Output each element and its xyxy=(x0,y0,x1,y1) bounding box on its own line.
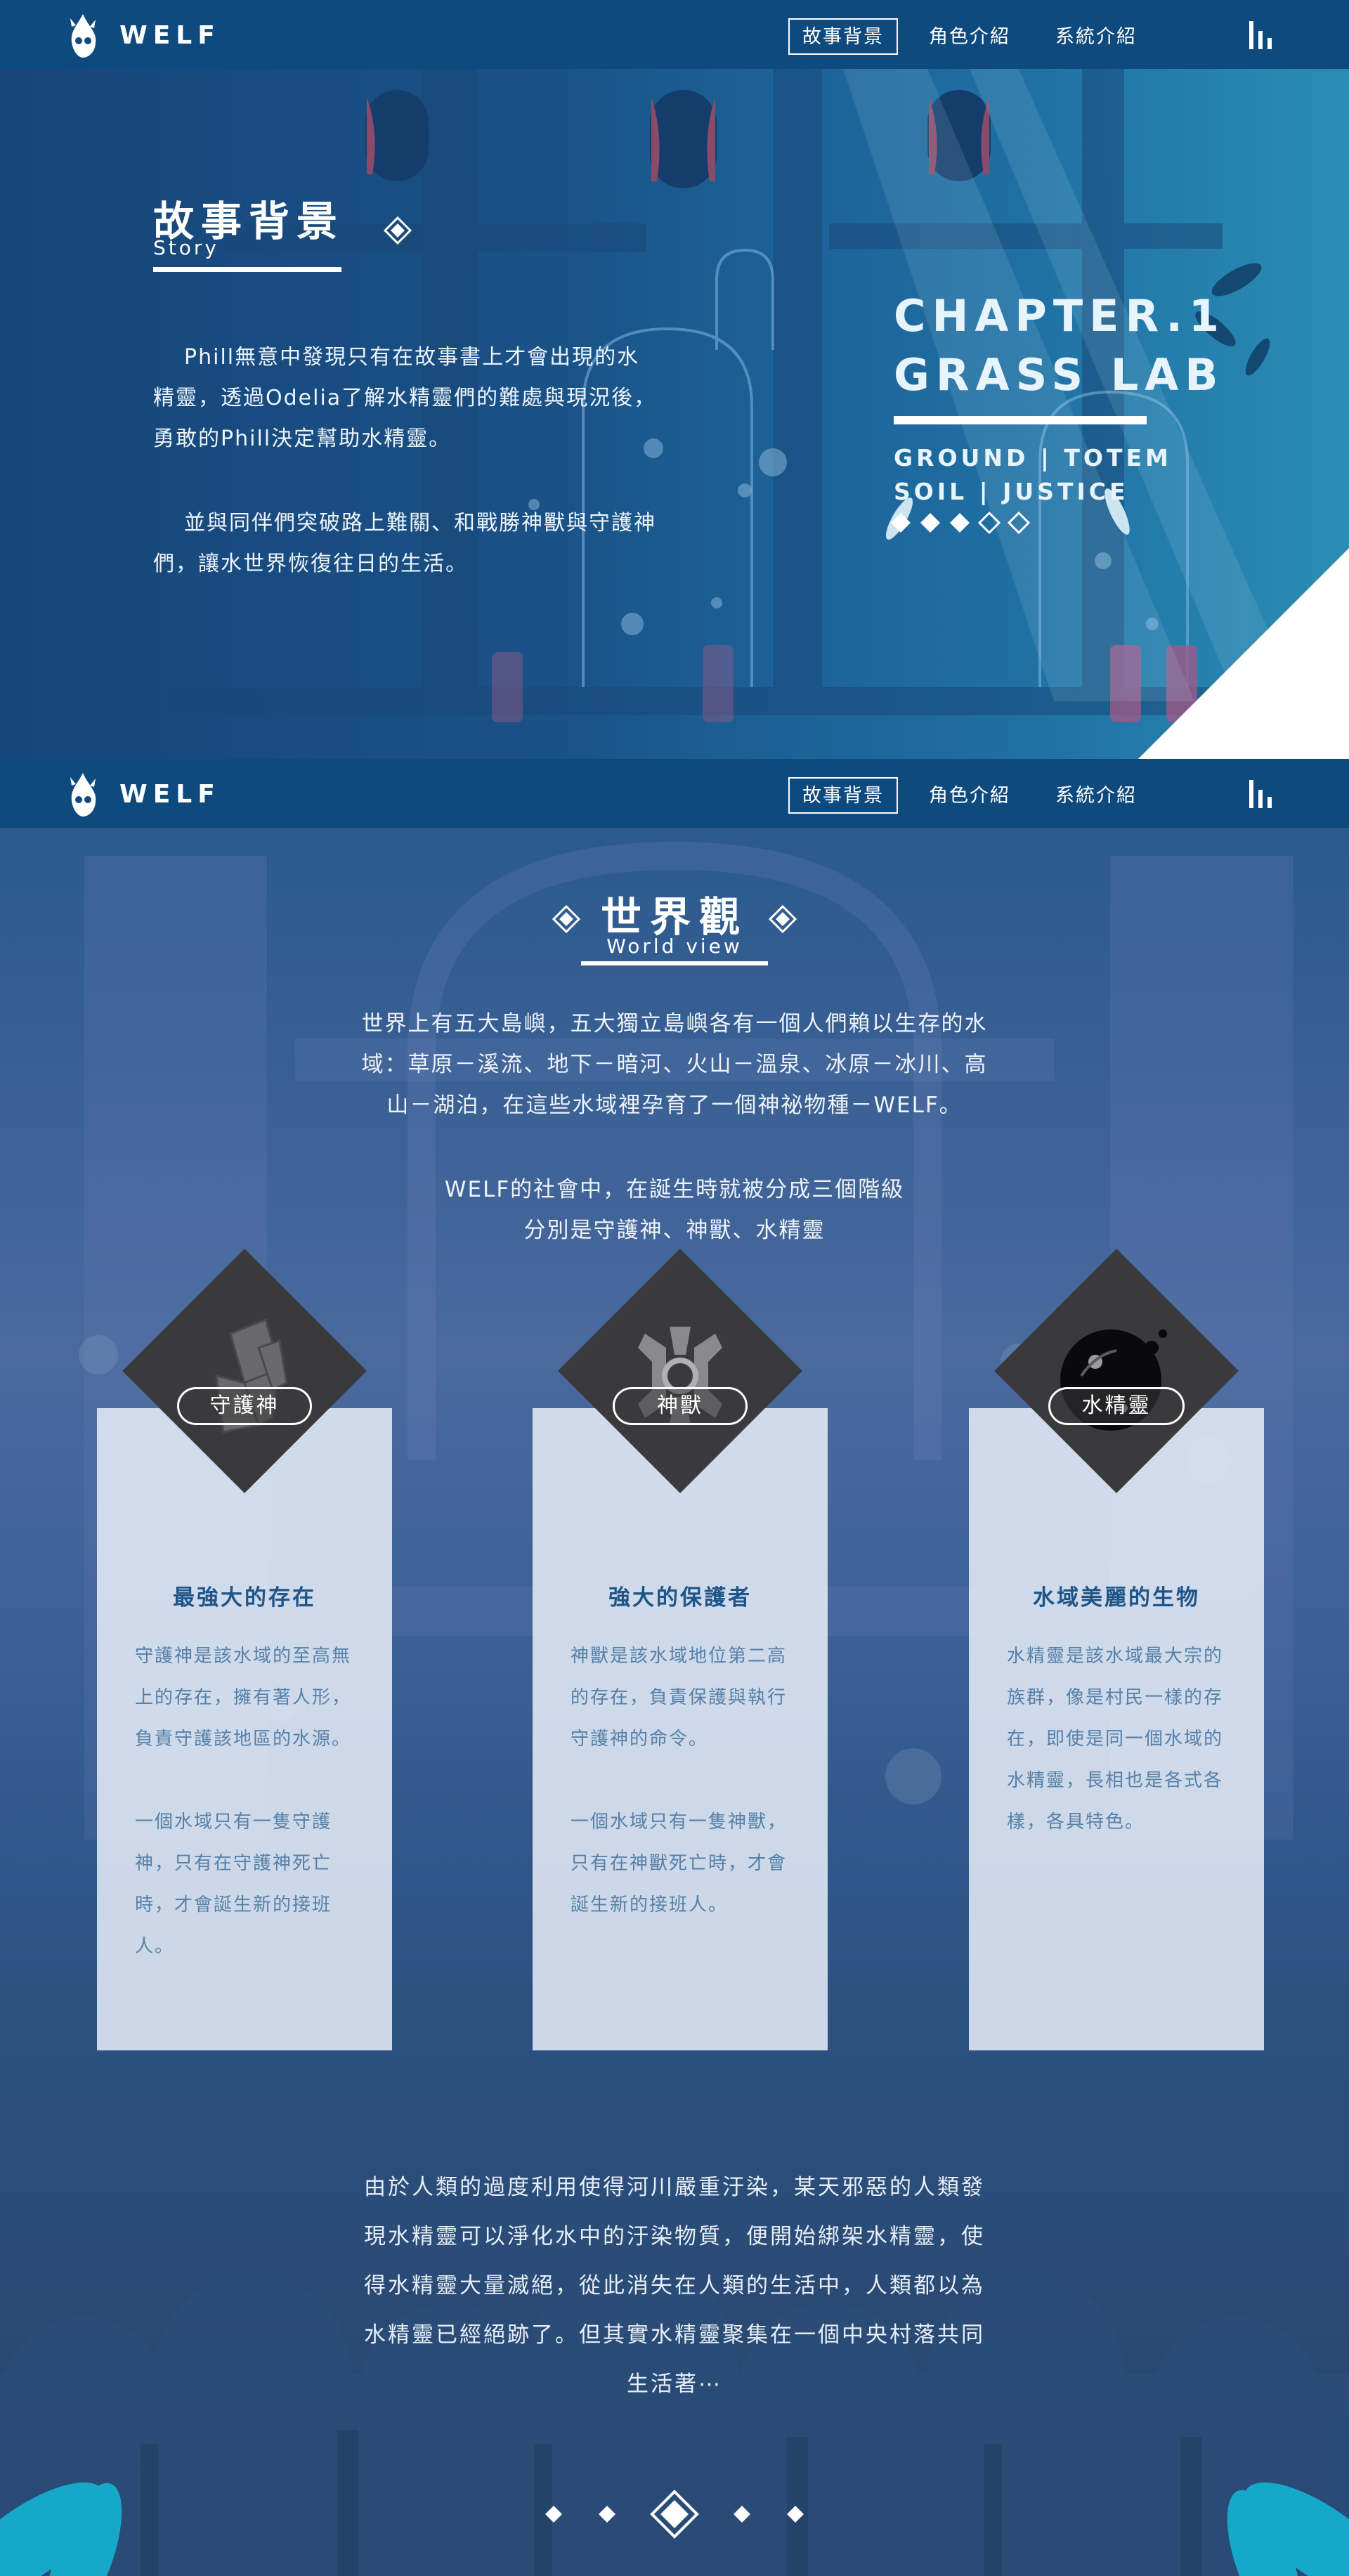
story-section: 故事背景 Story Phill無意中發現只有在故事書上才會出現的水精靈，透過O… xyxy=(0,69,1349,759)
guardian-badge: 守護神 xyxy=(177,1387,312,1425)
chapter-heading: CHAPTER.1 GRASS LAB xyxy=(894,287,1225,405)
bar-menu-icon[interactable] xyxy=(1246,20,1275,49)
beast-badge: 神獸 xyxy=(613,1387,748,1425)
card-text-line: 一個水域只有一隻守護 xyxy=(135,1811,332,1833)
world-classes-line: WELF的社會中，在誕生時就被分成三個階級 xyxy=(444,1177,905,1202)
card-text-line: 一個水域只有一隻神獸， xyxy=(571,1811,788,1833)
beast-description: 神獸是該水域地位第二高 的存在，負責保護與執行 守護神的命令。 一個水域只有一隻… xyxy=(571,1636,793,1926)
sticky-navbar: WELF 故事背景 角色介紹 系統介紹 xyxy=(0,759,1349,828)
water-spirit-logo-icon xyxy=(70,14,96,58)
card-text-line: 神獸是該水域地位第二高 xyxy=(571,1646,788,1667)
story-title-underline xyxy=(153,267,341,272)
water-spirit-heading: 水域美麗的生物 xyxy=(1033,1585,1200,1611)
card-text-line: 守護神是該水域的至高無 xyxy=(135,1646,352,1667)
brand-logo[interactable]: WELF xyxy=(65,11,221,59)
closing-line: 現水精靈可以淨化水中的汙染物質，便開始綁架水精靈，使 xyxy=(364,2224,985,2249)
main-menu: 故事背景 角色介紹 系統介紹 xyxy=(788,18,1168,55)
story-subtitle: Story xyxy=(153,236,219,259)
closing-line: 由於人類的過度利用使得河川嚴重汙染，某天邪惡的人類發 xyxy=(364,2175,985,2200)
nav-item-characters[interactable]: 角色介紹 xyxy=(915,18,1024,55)
card-text-line: 誕生新的接班人。 xyxy=(571,1894,729,1915)
nav-item-system[interactable]: 系統介紹 xyxy=(1041,777,1151,814)
main-menu: 故事背景 角色介紹 系統介紹 xyxy=(788,777,1168,814)
nav-item-story[interactable]: 故事背景 xyxy=(788,18,898,55)
chapter-name: GRASS LAB xyxy=(894,349,1225,401)
world-title-underline xyxy=(581,961,768,965)
card-text-line: 族群，像是村民一樣的存 xyxy=(1007,1687,1224,1708)
card-text-line: 人。 xyxy=(135,1936,175,1957)
top-navbar: WELF 故事背景 角色介紹 系統介紹 xyxy=(0,0,1349,69)
water-spirit-orb-icon xyxy=(1060,1329,1167,1431)
pager-dot[interactable] xyxy=(787,2506,804,2523)
brand-name: WELF xyxy=(119,779,221,809)
card-text-line xyxy=(571,1760,793,1802)
chapter-underline xyxy=(894,416,1147,424)
pager-dot[interactable] xyxy=(599,2506,615,2523)
bar-menu-icon[interactable] xyxy=(1246,779,1275,808)
nav-item-characters[interactable]: 角色介紹 xyxy=(915,777,1024,814)
nav-item-system[interactable]: 系統介紹 xyxy=(1041,18,1151,55)
closing-line: 水精靈已經絕跡了。但其實水精靈聚集在一個中央村落共同 xyxy=(364,2322,985,2348)
guardian-description: 守護神是該水域的至高無 上的存在，擁有著人形， 負責守護該地區的水源。 一個水域… xyxy=(135,1636,357,1967)
chapter-tags: GROUND | TOTEM SOIL | JUSTICE xyxy=(894,441,1172,509)
chapter-diamond-row-icon xyxy=(891,511,1031,535)
card-text-line: 水精靈，長相也是各式各 xyxy=(1007,1770,1224,1791)
guardian-crystal-icon xyxy=(215,1318,288,1433)
closing-line: 得水精靈大量滅絕，從此消失在人類的生活中，人類都以為 xyxy=(364,2273,985,2298)
world-intro-line: 世界上有五大島嶼，五大獨立島嶼各有一個人們賴以生存的水 xyxy=(361,1011,988,1036)
beast-heading: 強大的保護者 xyxy=(608,1585,752,1611)
world-intro-line: 域：草原－溪流、地下－暗河、火山－溫泉、冰原－冰川、高 xyxy=(361,1052,988,1077)
chapter-number: CHAPTER.1 xyxy=(894,290,1226,341)
card-text-line: 負責守護該地區的水源。 xyxy=(135,1729,352,1750)
diamond-ornament-icon xyxy=(384,216,412,245)
world-classes-line: 分別是守護神、神獸、水精靈 xyxy=(523,1218,826,1243)
card-text-line: 只有在神獸死亡時，才會 xyxy=(571,1853,788,1874)
story-paragraph-2: 並與同伴們突破路上難關、和戰勝神獸與守護神們，讓水世界恢復往日的生活。 xyxy=(153,511,656,576)
chapter-tag-1: GROUND | TOTEM xyxy=(894,444,1172,471)
beast-emblem-icon xyxy=(638,1327,722,1425)
water-spirit-logo-icon xyxy=(70,773,96,817)
world-subtitle: World view xyxy=(606,935,743,958)
world-intro-line: 山－湖泊，在這些水域裡孕育了一個神祕物種－WELF。 xyxy=(386,1093,963,1118)
card-text-line: 時，才會誕生新的接班 xyxy=(135,1894,332,1915)
closing-paragraph: 由於人類的過度利用使得河川嚴重汙染，某天邪惡的人類發 現水精靈可以淨化水中的汙染… xyxy=(344,2163,1005,2409)
brand-logo[interactable]: WELF xyxy=(65,770,221,818)
card-text-line: 在，即使是同一個水域的 xyxy=(1007,1729,1224,1750)
guardian-heading: 最強大的存在 xyxy=(173,1585,316,1611)
chapter-tag-2: SOIL | JUSTICE xyxy=(894,478,1129,505)
pager-dot-active[interactable] xyxy=(650,2490,699,2539)
world-view-section: 世界觀 World view 世界上有五大島嶼，五大獨立島嶼各有一個人們賴以生存… xyxy=(0,828,1349,2576)
water-spirit-description: 水精靈是該水域最大宗的 族群，像是村民一樣的存 在，即使是同一個水域的 水精靈，… xyxy=(1007,1636,1229,1843)
card-text-line: 樣，各具特色。 xyxy=(1007,1811,1145,1833)
closing-line: 生活著⋯ xyxy=(627,2372,722,2397)
card-text-line: 水精靈是該水域最大宗的 xyxy=(1007,1646,1224,1667)
card-text-line: 的存在，負責保護與執行 xyxy=(571,1687,788,1708)
world-classes: WELF的社會中，在誕生時就被分成三個階級 分別是守護神、神獸、水精靈 xyxy=(330,1169,1019,1251)
pager-dot[interactable] xyxy=(734,2506,750,2523)
nav-item-story[interactable]: 故事背景 xyxy=(788,777,898,814)
card-text-line: 上的存在，擁有著人形， xyxy=(135,1687,352,1708)
card-text-line xyxy=(135,1760,357,1802)
card-text-line: 守護神的命令。 xyxy=(571,1729,709,1750)
brand-name: WELF xyxy=(119,20,221,50)
world-intro: 世界上有五大島嶼，五大獨立島嶼各有一個人們賴以生存的水 域：草原－溪流、地下－暗… xyxy=(330,1003,1019,1126)
story-paragraph-1: Phill無意中發現只有在故事書上才會出現的水精靈，透過Odelia了解水精靈們… xyxy=(153,345,657,451)
card-text-line: 神，只有在守護神死亡 xyxy=(135,1853,332,1874)
pager-dot[interactable] xyxy=(545,2506,562,2523)
water-spirit-badge: 水精靈 xyxy=(1048,1387,1185,1425)
section-pager xyxy=(545,2490,804,2539)
